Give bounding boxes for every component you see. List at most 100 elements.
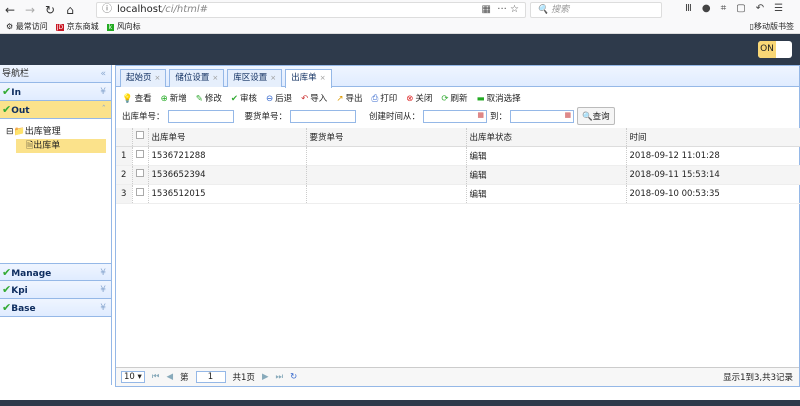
column-header[interactable]: 时间	[626, 128, 800, 147]
import-button[interactable]: ↶ 导入	[301, 92, 327, 104]
cell-time: 2018-09-10 00:53:35	[626, 184, 800, 204]
refresh-button[interactable]: ⟳ 刷新	[441, 92, 467, 104]
page-input[interactable]: 1	[195, 371, 226, 383]
tree-folder[interactable]: ⊟📁出库管理	[6, 125, 111, 139]
cell-req-no	[306, 146, 467, 166]
page-actions-icon[interactable]: ▦ ··· ☆	[482, 3, 520, 17]
row-checkbox[interactable]	[132, 146, 149, 166]
panel-base[interactable]: ✔Base ¥	[0, 299, 111, 317]
tree-leaf[interactable]: 🗎出库单	[16, 139, 106, 153]
url-bar[interactable]: ⓘ localhost/ci/html# ▦ ··· ☆	[96, 2, 526, 18]
button-label: 导出	[345, 94, 363, 104]
date-to-input[interactable]	[510, 109, 575, 123]
export-icon: ↗	[336, 94, 344, 104]
mobile-bookmarks-label: 移动版书签	[754, 22, 794, 31]
date-from-input[interactable]	[423, 109, 488, 123]
check-icon: ✔	[2, 301, 12, 314]
row-checkbox[interactable]	[132, 165, 149, 185]
check-icon: ✔	[2, 266, 12, 279]
tree-folder-label: 出库管理	[24, 127, 61, 137]
mobile-bookmarks[interactable]: ▯移动版书签	[750, 21, 794, 32]
home-icon[interactable]: ⌂	[60, 3, 80, 17]
prev-page-icon[interactable]: ◀	[166, 372, 173, 382]
panel-label: Manage	[11, 269, 52, 279]
expand-icon[interactable]: ¥	[100, 83, 106, 101]
forward-icon[interactable]: →	[20, 3, 40, 17]
filter-bar: 出库单号： 要货单号： 创建时间从： 到： 🔍查询	[116, 105, 799, 127]
panel-kpi[interactable]: ✔Kpi ¥	[0, 281, 111, 299]
table-row[interactable]: 1 1536721288 编辑 2018-09-12 11:01:28	[116, 146, 800, 166]
checkbox-box	[135, 131, 144, 140]
expand-icon[interactable]: ¥	[100, 299, 106, 317]
close-icon[interactable]: ×	[320, 74, 326, 82]
panel-out[interactable]: ✔Out ˆ	[0, 101, 111, 119]
cell-order-no: 1536652394	[148, 165, 307, 185]
last-page-icon[interactable]: ⏭	[275, 372, 283, 382]
order-no-label: 出库单号：	[122, 112, 165, 122]
bookmark-fengxiangbiao[interactable]: k 风向标	[106, 21, 141, 32]
on-toggle[interactable]: ON	[758, 41, 792, 58]
export-button[interactable]: ↗ 导出	[336, 92, 362, 104]
tab-label: 起始页	[126, 73, 152, 83]
close-icon[interactable]: ×	[155, 74, 161, 82]
collapse-icon[interactable]: «	[100, 65, 106, 83]
tab-outbound[interactable]: 出库单 ×	[285, 69, 332, 88]
select-all-checkbox[interactable]	[132, 128, 149, 147]
expand-icon[interactable]: ¥	[100, 264, 106, 282]
search-input[interactable]: 🔍 搜索	[530, 2, 662, 18]
footer-bar	[0, 400, 800, 406]
page-size-select[interactable]: 10 ▾	[121, 371, 145, 383]
back-button[interactable]: ⊖ 后退	[266, 92, 292, 104]
refresh-icon: ⟳	[441, 94, 449, 104]
column-header[interactable]: 出库单号	[148, 128, 307, 147]
refresh-icon[interactable]: ↻	[290, 372, 297, 382]
table-row[interactable]: 2 1536652394 编辑 2018-09-11 15:53:14	[116, 165, 800, 185]
print-button[interactable]: ⎙ 打印	[371, 92, 397, 104]
bookmark-jd[interactable]: JD 京东商城	[55, 21, 99, 32]
column-header[interactable]: 要货单号	[306, 128, 467, 147]
tree-leaf-label: 出库单	[33, 141, 61, 151]
next-page-icon[interactable]: ▶	[262, 372, 269, 382]
tab-home[interactable]: 起始页 ×	[120, 69, 167, 87]
expand-icon[interactable]: ¥	[100, 281, 106, 299]
checkbox-box	[135, 188, 144, 196]
close-icon[interactable]: ×	[270, 74, 276, 82]
query-button[interactable]: 🔍查询	[577, 107, 615, 125]
bookmark-most-visited[interactable]: ⚙ 最常访问	[6, 21, 48, 32]
order-no-input[interactable]	[167, 109, 234, 123]
checkbox-box	[135, 150, 144, 158]
info-icon: ⓘ	[102, 4, 112, 15]
collapse-icon[interactable]: ˆ	[102, 101, 107, 119]
close-icon[interactable]: ×	[212, 74, 218, 82]
main-panel: 起始页 × 储位设置 × 库区设置 × 出库单 × 💡 查看 ⊕ 新增 ✎ 修改 ✔ 审核 ⊖ 后…	[115, 65, 800, 387]
tab-location[interactable]: 储位设置 ×	[169, 69, 225, 87]
created-from-label: 创建时间从：	[369, 112, 421, 122]
tree: ⊟📁出库管理 🗎出库单	[0, 119, 111, 263]
button-label: 关闭	[415, 94, 433, 104]
page-size-value: 10	[124, 372, 135, 382]
query-label: 查询	[592, 112, 610, 122]
bookmark-label: 风向标	[116, 22, 141, 31]
tab-area[interactable]: 库区设置 ×	[227, 69, 283, 87]
row-checkbox[interactable]	[132, 184, 149, 204]
add-button[interactable]: ⊕ 新增	[161, 92, 187, 104]
panel-manage[interactable]: ✔Manage ¥	[0, 263, 111, 281]
to-label: 到：	[490, 112, 508, 122]
deselect-button[interactable]: ▬ 取消选择	[477, 92, 521, 104]
column-header[interactable]: 出库单状态	[466, 128, 627, 147]
edit-button[interactable]: ✎ 修改	[196, 92, 222, 104]
browser-menu-icons[interactable]: Ⅲ●⌗▢↶☰	[685, 3, 793, 14]
first-page-icon[interactable]: ⏮	[152, 372, 160, 382]
cell-order-no: 1536721288	[148, 146, 307, 166]
approve-button[interactable]: ✔ 审核	[231, 92, 257, 104]
tab-bar: 起始页 × 储位设置 × 库区设置 × 出库单 ×	[116, 66, 799, 88]
view-button[interactable]: 💡 查看	[122, 92, 152, 104]
panel-in[interactable]: ✔In ¥	[0, 83, 111, 101]
back-icon[interactable]: ←	[0, 3, 20, 17]
toggle-label: ON	[758, 41, 776, 58]
close-button[interactable]: ⊗ 关闭	[406, 92, 432, 104]
table-row[interactable]: 3 1536512015 编辑 2018-09-10 00:53:35	[116, 184, 800, 204]
req-no-input[interactable]	[290, 109, 357, 123]
reload-icon[interactable]: ↻	[40, 3, 60, 17]
total-pages: 共1页	[232, 373, 255, 383]
